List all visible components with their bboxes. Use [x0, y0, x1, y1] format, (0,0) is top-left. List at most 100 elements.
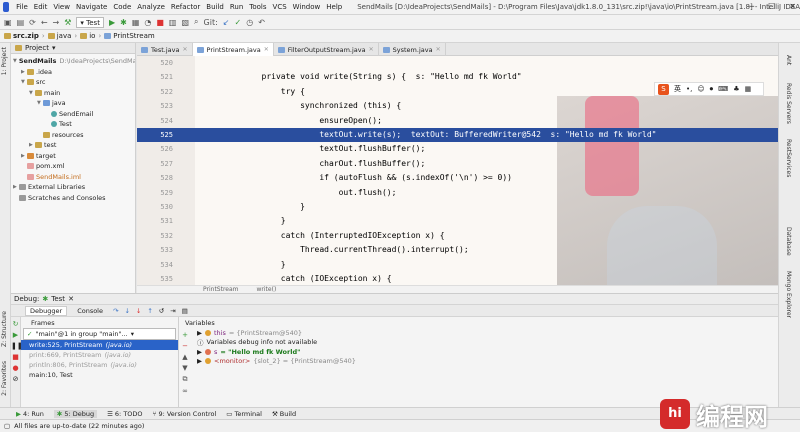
close-tab-icon[interactable]: ✕	[183, 46, 188, 53]
close-tab-icon[interactable]: ✕	[436, 46, 441, 53]
remove-watch-icon[interactable]: −	[179, 342, 191, 350]
run-icon[interactable]: ▶	[109, 18, 115, 27]
tab-debugger[interactable]: Debugger	[25, 305, 68, 316]
tab-terminal[interactable]: ▭ Terminal	[226, 410, 262, 418]
tab-console[interactable]: Console	[73, 307, 107, 315]
ant-tool-tab[interactable]: Ant	[785, 55, 792, 65]
code-line[interactable]: 523 synchronized (this) {	[137, 99, 778, 113]
code-line[interactable]: 528 if (autoFlush && (s.indexOf('\n') >=…	[137, 171, 778, 185]
tab-build[interactable]: ⚒ Build	[272, 410, 296, 418]
stack-frame[interactable]: main:10, Test	[21, 370, 178, 380]
project-tool-tab[interactable]: 1: Project	[1, 47, 8, 75]
close-icon[interactable]: ✕	[789, 2, 796, 11]
code-line[interactable]: 532 catch (InterruptedIOException x) {	[137, 229, 778, 243]
drop-frame-icon[interactable]: ↺	[159, 307, 164, 315]
menu-edit[interactable]: Edit	[31, 3, 51, 11]
mute-breakpoints-icon[interactable]: ⊘	[11, 375, 20, 383]
watch-up-icon[interactable]: ▲	[179, 353, 191, 361]
ime-language-toggle[interactable]: 英	[674, 84, 681, 94]
menu-refactor[interactable]: Refactor	[168, 3, 203, 11]
menu-help[interactable]: Help	[323, 3, 345, 11]
breadcrumb-method[interactable]: write()	[257, 286, 277, 293]
tree-node-sendemail[interactable]: SendEmail	[11, 109, 135, 120]
menu-run[interactable]: Run	[227, 3, 246, 11]
forward-icon[interactable]: →	[53, 18, 60, 27]
microphone-icon[interactable]: ⏺	[710, 85, 714, 94]
glasses-icon[interactable]: ∞	[179, 387, 191, 395]
tree-node-main[interactable]: ▼ main	[11, 88, 135, 99]
emoji-icon[interactable]: ☺	[697, 85, 704, 93]
code-line[interactable]: 527 charOut.flushBuffer();	[137, 157, 778, 171]
code-editor[interactable]: 520 521 private void write(String s) { s…	[137, 56, 778, 293]
rerun-icon[interactable]: ↻	[11, 320, 20, 328]
expand-arrow-icon[interactable]: ▶	[197, 357, 202, 365]
structure-tool-tab[interactable]: Z: Structure	[1, 311, 8, 347]
menu-window[interactable]: Window	[290, 3, 324, 11]
tree-node-target[interactable]: ▶ target	[11, 151, 135, 162]
menu-build[interactable]: Build	[203, 3, 227, 11]
run-config-select[interactable]: ▾ Test	[76, 16, 104, 28]
code-line[interactable]: 529 out.flush();	[137, 186, 778, 200]
keyboard-icon[interactable]: ⌨	[718, 85, 728, 93]
build-icon[interactable]: ⚒	[64, 18, 71, 27]
thread-select[interactable]: ✓ "main"@1 in group "main"... ▾	[23, 328, 176, 340]
expand-arrow-icon[interactable]: ▼	[13, 58, 17, 64]
redis-servers-tool-tab[interactable]: Redis Servers	[785, 83, 792, 124]
back-icon[interactable]: ←	[41, 18, 48, 27]
status-icon[interactable]: ▢	[4, 422, 10, 430]
stack-frame[interactable]: write:525, PrintStream (java.io)	[21, 340, 178, 350]
mongo-explorer-tool-tab[interactable]: Mongo Explorer	[785, 271, 792, 318]
tree-node-test[interactable]: ▶ test	[11, 140, 135, 151]
tree-node-external-libraries[interactable]: ▶ External Libraries	[11, 182, 135, 193]
tab-version-control[interactable]: ⑂ 9: Version Control	[153, 410, 217, 418]
step-over-icon[interactable]: ↷	[113, 307, 118, 315]
punctuation-icon[interactable]: •,	[686, 85, 692, 93]
code-line[interactable]: 524 ensureOpen();	[137, 114, 778, 128]
menu-tools[interactable]: Tools	[246, 3, 269, 11]
breadcrumb-class[interactable]: PrintStream	[203, 286, 239, 293]
crumb-src-zip[interactable]: src.zip	[4, 32, 39, 40]
sogou-logo-icon[interactable]: S	[658, 83, 669, 95]
git-commit-icon[interactable]: ✓	[235, 18, 242, 27]
code-line-execution-point[interactable]: 525 textOut.write(s); textOut: BufferedW…	[137, 128, 778, 143]
expand-arrow-icon[interactable]: ▶	[197, 348, 202, 356]
tree-node-pom[interactable]: pom.xml	[11, 161, 135, 172]
chevron-down-icon[interactable]: ▾	[52, 44, 56, 52]
search-everywhere-icon[interactable]: ⌕	[194, 17, 198, 27]
expand-arrow-icon[interactable]: ▶	[197, 329, 202, 337]
close-session-icon[interactable]: ✕	[68, 295, 74, 303]
maximize-icon[interactable]: ☐	[768, 2, 775, 11]
stop-debug-icon[interactable]: ■	[11, 353, 20, 361]
git-history-icon[interactable]: ◷	[246, 18, 253, 27]
tree-node-iml[interactable]: SendMails.iml	[11, 172, 135, 183]
open-folder-icon[interactable]: ▣	[4, 18, 12, 27]
menu-view[interactable]: View	[50, 3, 73, 11]
tab-debug[interactable]: ✱ 5: Debug	[53, 409, 98, 418]
tree-node-test-class[interactable]: Test	[11, 119, 135, 130]
profile-icon[interactable]: ◔	[144, 18, 151, 27]
tree-node-sendmails[interactable]: ▼SendMailsD:\IdeaProjects\SendMails	[11, 56, 135, 67]
crumb-printstream[interactable]: PrintStream	[104, 32, 155, 40]
code-line[interactable]: 530 }	[137, 200, 778, 214]
project-panel-header[interactable]: Project ▾	[11, 43, 135, 54]
tree-node-resources[interactable]: resources	[11, 130, 135, 141]
tree-node-idea[interactable]: ▶ .idea	[11, 67, 135, 78]
step-out-icon[interactable]: ↑	[147, 307, 152, 315]
tab-printstream-java[interactable]: PrintStream.java ✕	[192, 43, 274, 56]
code-line[interactable]: 531 }	[137, 214, 778, 228]
tab-filteroutputstream-java[interactable]: FilterOutputStream.java ✕	[274, 43, 379, 56]
skin-icon[interactable]: ♣	[733, 85, 739, 93]
rest-services-tool-tab[interactable]: RestServices	[785, 139, 792, 177]
tab-system-java[interactable]: System.java ✕	[379, 43, 446, 56]
git-update-icon[interactable]: ↙	[223, 18, 230, 27]
menu-file[interactable]: File	[13, 3, 31, 11]
minimize-icon[interactable]: ─	[749, 2, 754, 11]
resume-icon[interactable]: ▶	[11, 331, 20, 339]
menu-navigate[interactable]: Navigate	[73, 3, 110, 11]
coverage-icon[interactable]: ▦	[132, 18, 140, 27]
variable-row[interactable]: ▶ <monitor> {slot_2} = {PrintStream@540}	[179, 357, 778, 367]
sync-icon[interactable]: ⟳	[29, 18, 36, 27]
debug-config-name[interactable]: Test	[51, 295, 65, 303]
crumb-java[interactable]: java	[47, 32, 71, 40]
tab-run[interactable]: ▶ 4: Run	[16, 410, 44, 418]
